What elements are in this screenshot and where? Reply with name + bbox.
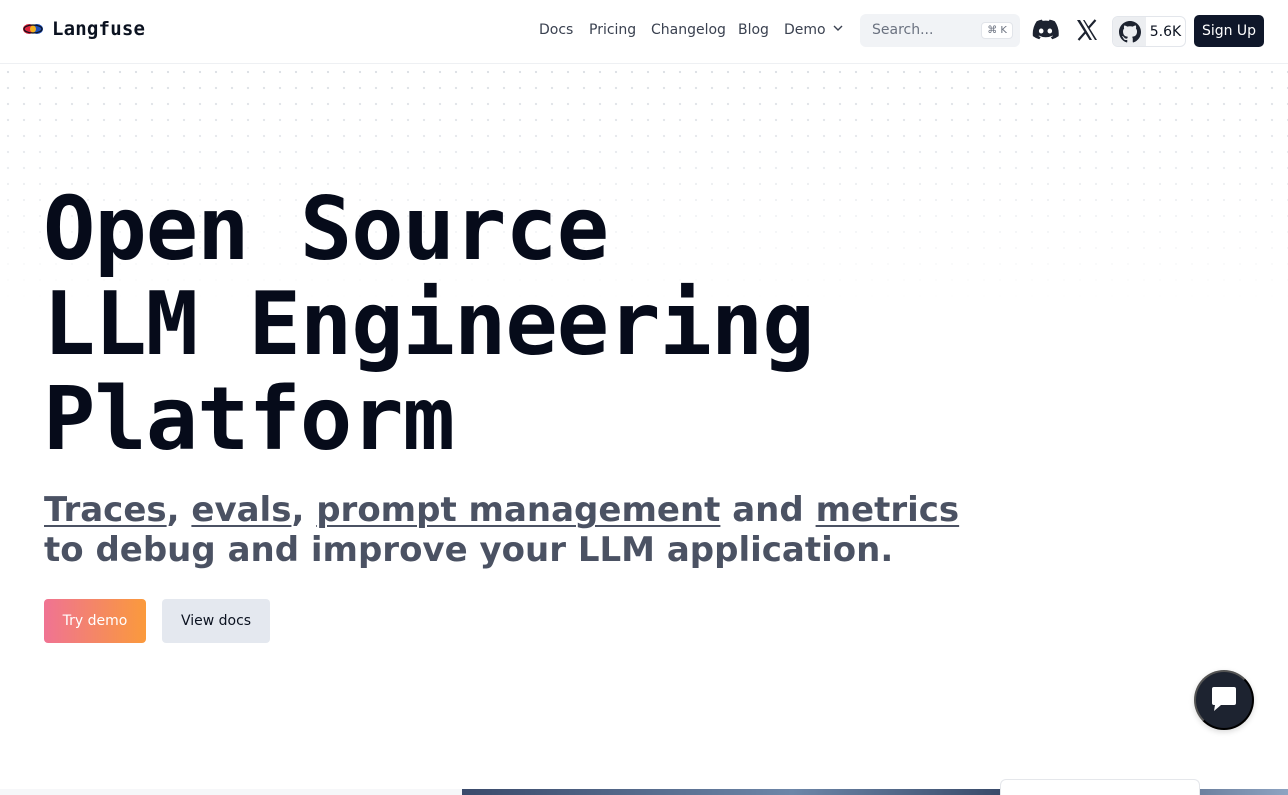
- chat-icon: [1209, 685, 1239, 716]
- x-icon[interactable]: [1076, 19, 1098, 41]
- chevron-down-icon: [832, 22, 844, 38]
- github-icon: [1113, 17, 1146, 46]
- brand-name: Langfuse: [52, 18, 146, 40]
- top-navbar: Langfuse Docs Pricing Changelog Blog Dem…: [0, 0, 1288, 64]
- traces-link[interactable]: Traces: [44, 490, 167, 530]
- metrics-link[interactable]: metrics: [816, 490, 960, 530]
- hero-title: Open Source LLM Engineering Platform: [43, 182, 943, 467]
- bottom-preview-card: [1000, 779, 1200, 795]
- search-input[interactable]: Search... ⌘ K: [860, 14, 1020, 47]
- hero-title-line-2: LLM Engineering: [43, 273, 815, 375]
- view-docs-button[interactable]: View docs: [162, 599, 270, 643]
- prompt-management-link[interactable]: prompt management: [316, 490, 720, 530]
- hero-subtitle-line-1: Traces, evals, prompt management and met…: [44, 490, 959, 530]
- search-shortcut-badge: ⌘ K: [981, 22, 1013, 39]
- sign-up-button[interactable]: Sign Up: [1194, 15, 1264, 47]
- hero-subtitle-line-2: to debug and improve your LLM applicatio…: [44, 530, 894, 570]
- nav-demo-label: Demo: [784, 22, 826, 38]
- hero-title-line-3: Platform: [43, 368, 455, 470]
- brand-logo-link[interactable]: Langfuse: [22, 18, 145, 40]
- try-demo-button[interactable]: Try demo: [44, 599, 146, 643]
- subtitle-separator: ,: [291, 490, 317, 530]
- hero-title-line-1: Open Source: [43, 178, 609, 280]
- nav-changelog-link[interactable]: Changelog: [651, 22, 726, 38]
- hero-subtitle: Traces, evals, prompt management and met…: [44, 490, 959, 570]
- discord-icon[interactable]: [1032, 19, 1059, 41]
- github-stars-button[interactable]: 5.6K: [1112, 16, 1186, 47]
- langfuse-logo-icon: [22, 21, 44, 37]
- subtitle-separator: ,: [166, 490, 192, 530]
- subtitle-and: and: [720, 490, 816, 530]
- evals-link[interactable]: evals: [191, 490, 291, 530]
- search-placeholder: Search...: [872, 22, 934, 38]
- nav-blog-link[interactable]: Blog: [738, 22, 769, 38]
- nav-demo-dropdown[interactable]: Demo: [784, 22, 844, 38]
- landing-page: Langfuse Docs Pricing Changelog Blog Dem…: [0, 0, 1288, 795]
- nav-pricing-link[interactable]: Pricing: [589, 22, 636, 38]
- github-star-count: 5.6K: [1149, 23, 1182, 40]
- chat-widget-button[interactable]: [1194, 670, 1254, 730]
- nav-docs-link[interactable]: Docs: [539, 22, 573, 38]
